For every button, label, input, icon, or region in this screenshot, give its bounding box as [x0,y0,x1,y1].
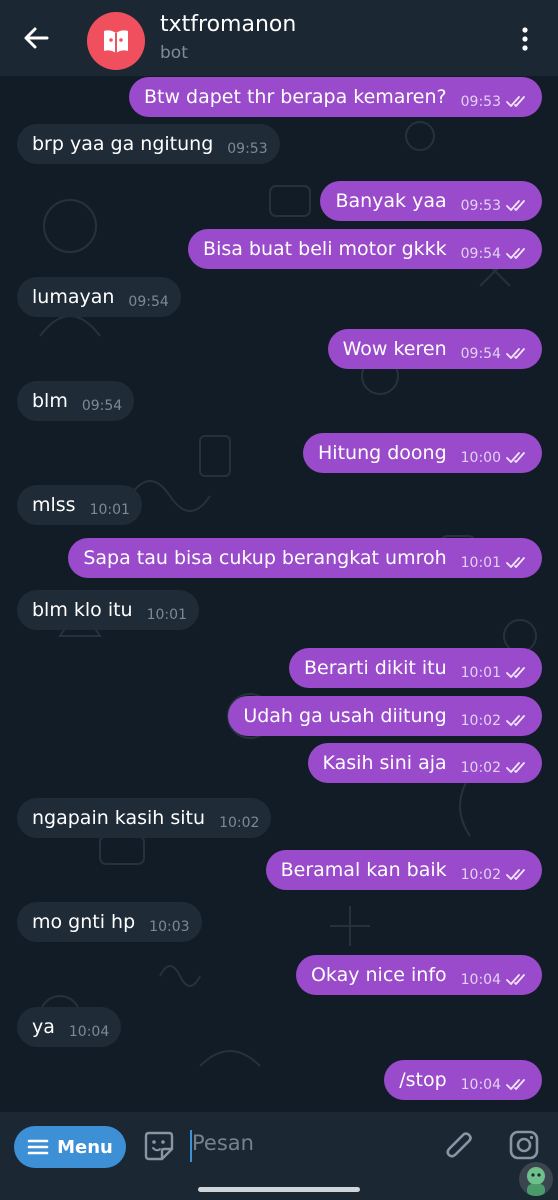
message-time: 10:00 [460,450,501,466]
incoming-message[interactable]: blm klo itu 10:01 [17,590,199,630]
outgoing-message[interactable]: Okay nice info 10:04 [295,955,542,995]
message-time: 09:53 [460,94,501,110]
outgoing-message[interactable]: Kasih sini aja 10:02 [307,743,542,783]
message-text: Bisa buat beli motor gkkk [203,238,447,260]
double-check-icon [506,762,525,773]
chat-header: txtfromanon bot [0,0,558,76]
message-text: Btw dapet thr berapa kemaren? [143,86,447,108]
message-time: 10:04 [460,1077,501,1093]
attach-icon[interactable] [444,1128,476,1164]
message-time: 10:01 [146,607,187,623]
menu-label: Menu [57,1136,113,1158]
message-time: 10:02 [460,867,501,883]
sticker-icon[interactable] [143,1129,175,1163]
outgoing-message[interactable]: Udah ga usah diitung 10:02 [228,696,542,736]
menu-lines-icon [27,1139,49,1155]
message-time: 10:03 [149,919,190,935]
double-check-icon [506,557,525,568]
incoming-message[interactable]: brp yaa ga ngitung 09:53 [17,124,280,164]
outgoing-message[interactable]: Wow keren 09:54 [327,329,542,369]
chat-title[interactable]: txtfromanon [160,12,296,37]
incoming-message[interactable]: lumayan 09:54 [17,277,181,317]
incoming-message[interactable]: mo gnti hp 10:03 [17,902,202,942]
double-check-icon [506,869,525,880]
bot-menu-button[interactable]: Menu [14,1126,126,1168]
bot-book-icon [104,30,128,53]
chat-subtitle: bot [160,43,188,63]
outgoing-message[interactable]: Hitung doong 10:00 [303,433,542,473]
message-time: 10:02 [460,713,501,729]
message-text: lumayan [32,286,115,308]
message-time: 10:04 [460,972,501,988]
message-text: Berarti dikit itu [304,657,447,679]
message-text: brp yaa ga ngitung [32,133,214,155]
outgoing-message[interactable]: Btw dapet thr berapa kemaren? 09:53 [128,77,542,117]
message-text: mo gnti hp [32,911,136,933]
message-text: ya [32,1016,55,1038]
outgoing-message[interactable]: Banyak yaa 09:53 [320,181,542,221]
user-avatar-image [527,1167,545,1196]
message-text: Beramal kan baik [280,859,447,881]
message-text: blm klo itu [32,599,133,621]
double-check-icon [506,348,525,359]
double-check-icon [506,715,525,726]
double-check-icon [506,1079,525,1090]
message-input[interactable]: Pesan [192,1131,254,1155]
incoming-message[interactable]: ya 10:04 [17,1007,122,1047]
message-time: 09:54 [81,398,123,414]
user-avatar[interactable] [519,1162,553,1196]
camera-icon[interactable] [508,1129,540,1161]
message-text: Banyak yaa [335,190,447,212]
message-text: /stop [399,1069,447,1091]
message-time: 09:53 [460,198,501,214]
message-time: 10:01 [89,502,130,518]
double-check-icon [506,452,525,463]
double-check-icon [506,974,525,985]
incoming-message[interactable]: ngapain kasih situ 10:02 [17,798,272,838]
double-check-icon [506,200,525,211]
message-text: Udah ga usah diitung [243,705,447,727]
double-check-icon [506,667,525,678]
double-check-icon [506,96,525,107]
message-text: Kasih sini aja [322,752,447,774]
message-time: 09:53 [227,141,268,157]
message-list[interactable]: Btw dapet thr berapa kemaren? 09:53 brp ya… [0,76,558,1112]
message-time: 09:54 [460,246,501,262]
message-text: Wow keren [342,338,447,360]
message-text: mlss [32,494,76,516]
incoming-message[interactable]: mlss 10:01 [17,485,142,525]
message-time: 10:02 [460,760,501,776]
message-time: 10:04 [68,1024,110,1040]
message-time: 10:02 [219,815,260,831]
back-arrow-icon[interactable] [20,22,52,54]
incoming-message[interactable]: blm 09:54 [17,381,135,421]
outgoing-message[interactable]: Beramal kan baik 10:02 [265,850,542,890]
message-time: 10:01 [460,665,501,681]
double-check-icon [506,248,525,259]
message-text: ngapain kasih situ [32,807,206,829]
outgoing-message[interactable]: Sapa tau bisa cukup berangkat umroh 10:01 [68,538,542,578]
home-indicator[interactable] [198,1187,360,1192]
message-time: 09:54 [128,294,169,310]
message-text: blm [32,390,68,412]
outgoing-message[interactable]: /stop 10:04 [384,1060,542,1100]
message-time: 09:54 [460,346,501,362]
bot-avatar[interactable] [87,12,145,70]
more-vertical-icon[interactable] [515,24,535,54]
message-time: 10:01 [460,555,501,571]
outgoing-message[interactable]: Bisa buat beli motor gkkk 09:54 [188,229,542,269]
outgoing-message[interactable]: Berarti dikit itu 10:01 [289,648,542,688]
message-text: Hitung doong [318,442,447,464]
message-text: Okay nice info [310,964,447,986]
message-text: Sapa tau bisa cukup berangkat umroh [83,547,447,569]
